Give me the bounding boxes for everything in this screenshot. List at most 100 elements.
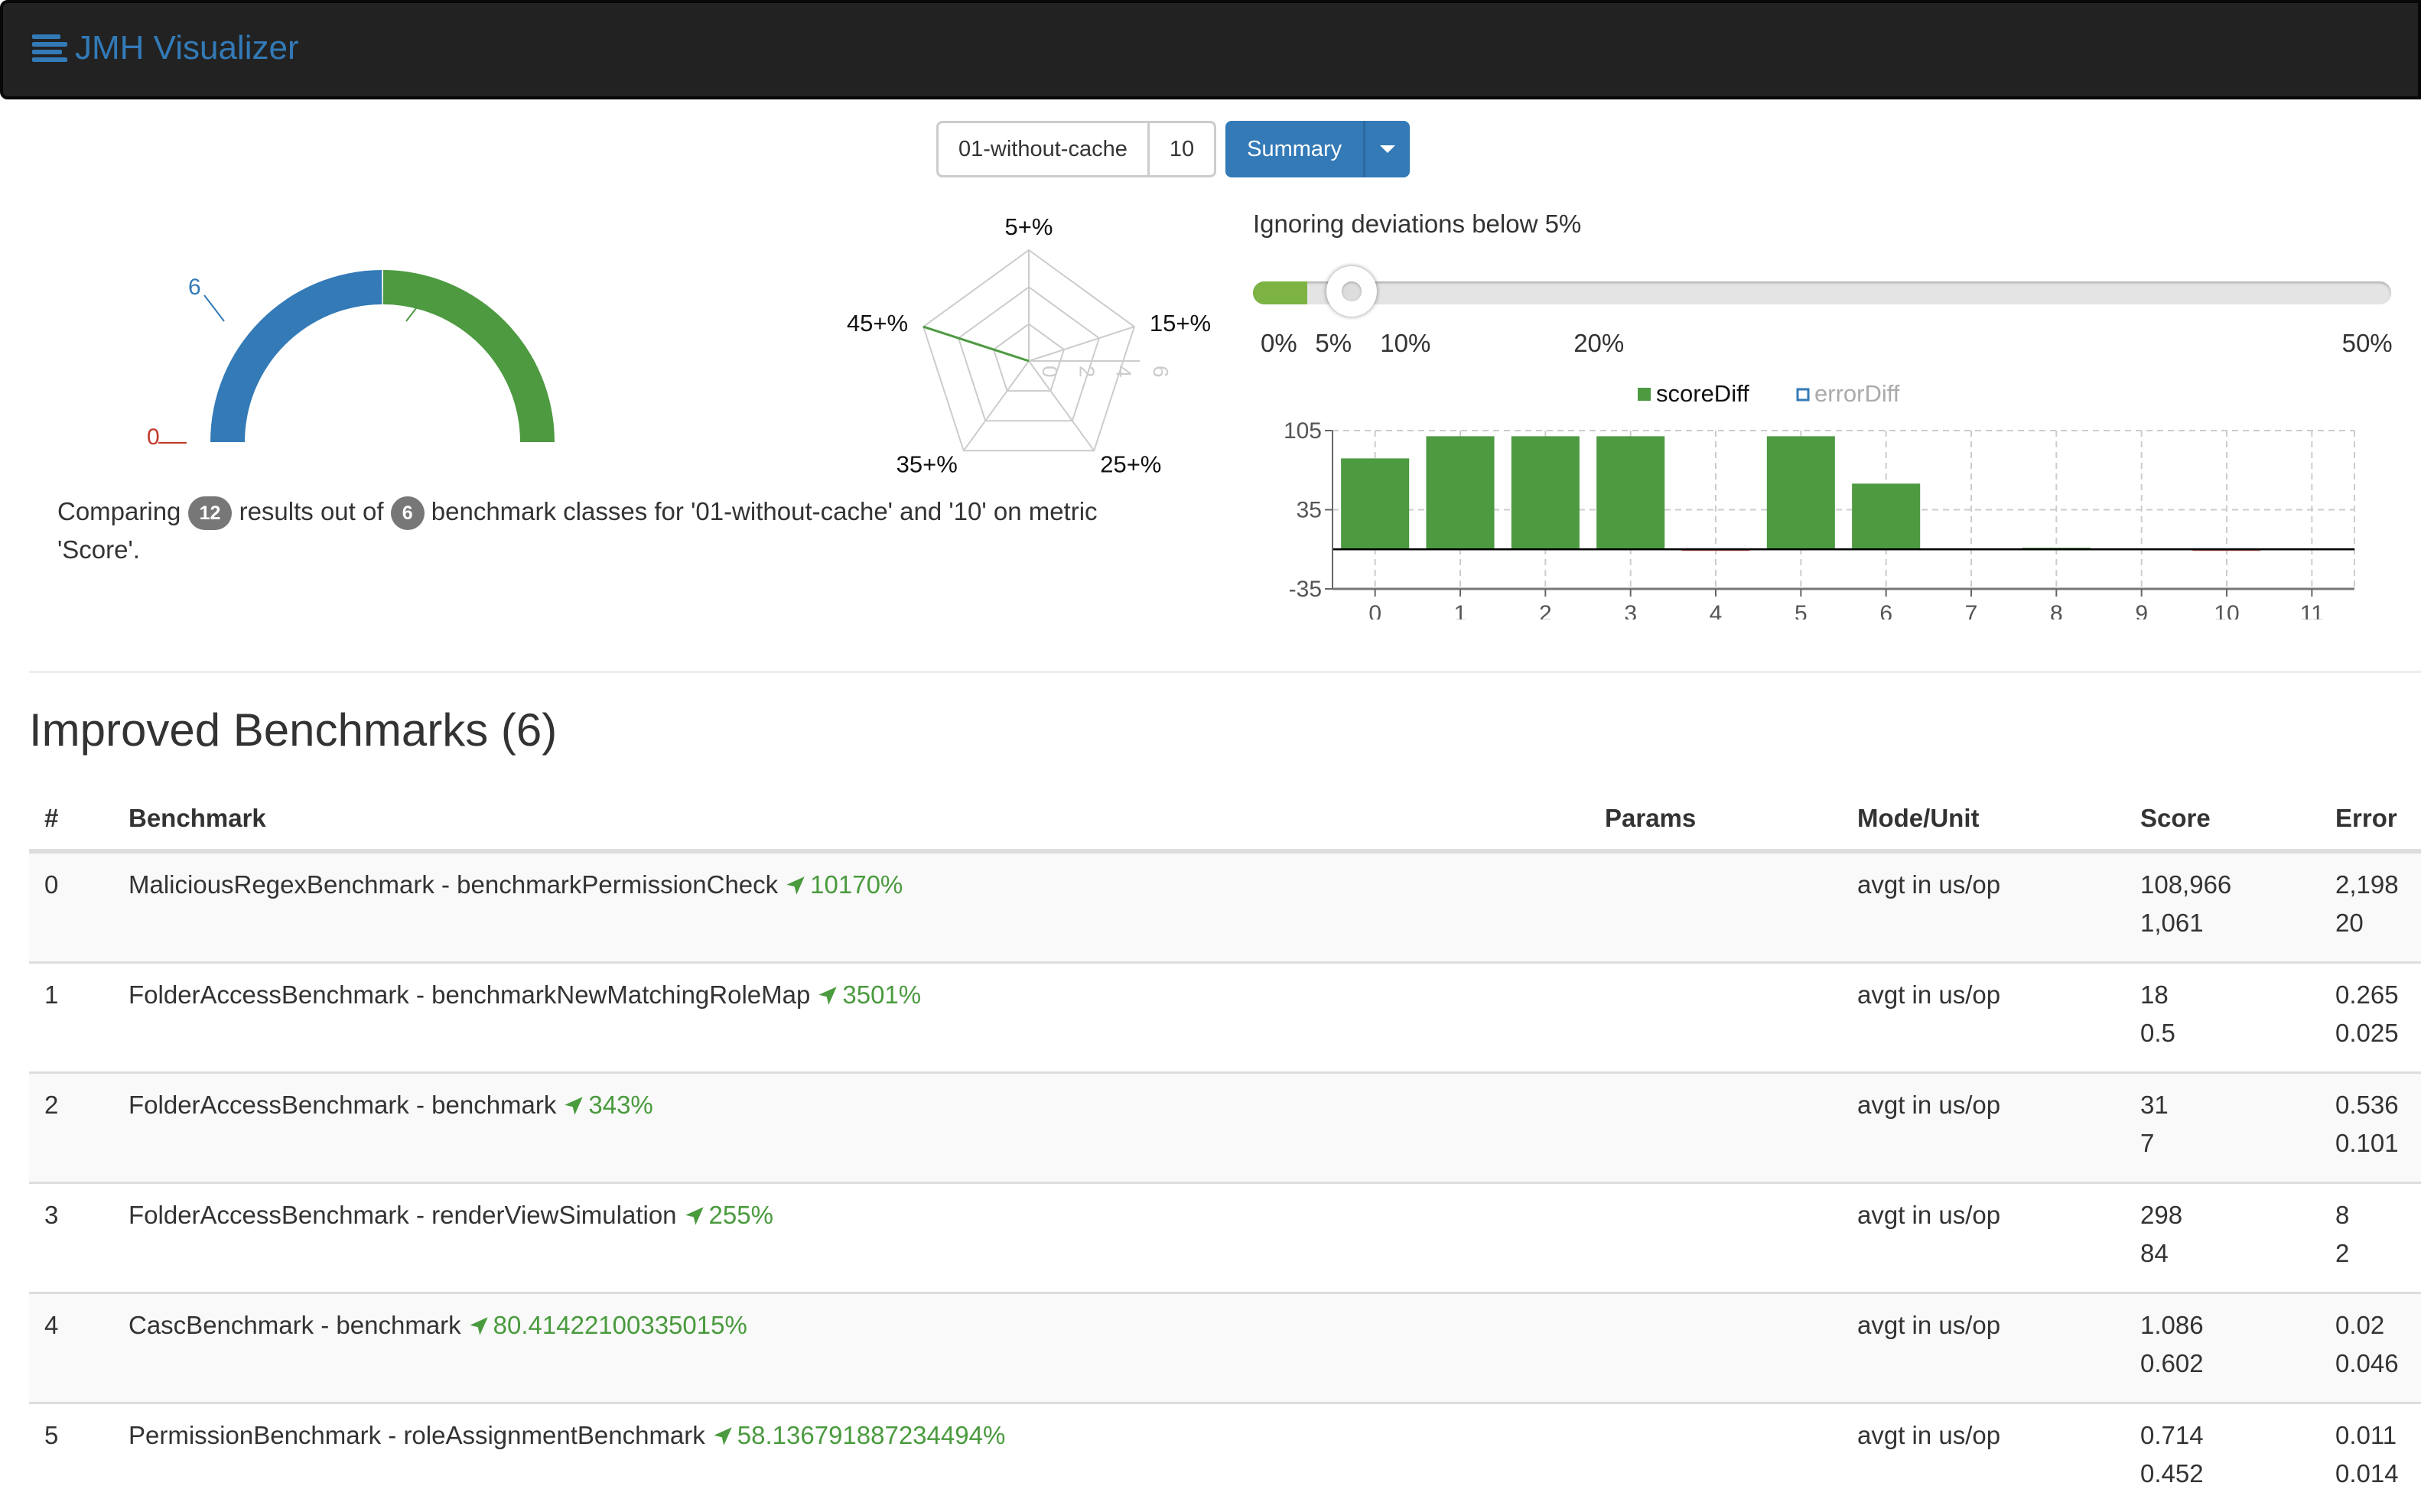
col-benchmark[interactable]: Benchmark xyxy=(113,788,1590,851)
row-benchmark: MaliciousRegexBenchmark - benchmarkPermi… xyxy=(113,851,1590,963)
chart-legend: scoreDiff errorDiff xyxy=(1638,380,1900,407)
benchmark-name[interactable]: CascBenchmark - benchmark xyxy=(129,1311,461,1339)
row-score: 29884 xyxy=(2125,1183,2320,1293)
navbar: JMH Visualizer xyxy=(0,0,2421,99)
row-index: 0 xyxy=(29,851,113,963)
error-before: 2,198 xyxy=(2335,866,2406,904)
bar-5[interactable] xyxy=(1767,436,1835,549)
col-mode-unit[interactable]: Mode/Unit xyxy=(1842,788,2125,851)
row-index: 2 xyxy=(29,1073,113,1183)
legend-errordiff-swatch[interactable] xyxy=(1798,389,1808,400)
radar-scale-tick: 6 xyxy=(1149,366,1173,378)
radar-axis-label: 45+% xyxy=(847,310,908,337)
improvement-percent: 3501% xyxy=(842,980,921,1009)
row-error: 0.0110.014 xyxy=(2320,1403,2421,1512)
benchmark-name[interactable]: FolderAccessBenchmark - renderViewSimula… xyxy=(129,1201,677,1229)
col-error[interactable]: Error xyxy=(2320,788,2421,851)
x-tick-label: 3 xyxy=(1624,601,1637,619)
table-row[interactable]: 1FolderAccessBenchmark - benchmarkNewMat… xyxy=(29,963,2421,1073)
col-index[interactable]: # xyxy=(29,788,113,851)
row-params xyxy=(1590,1403,1842,1512)
deviation-slider[interactable] xyxy=(1253,281,2391,304)
summary-button[interactable]: Summary xyxy=(1225,121,1365,177)
slider-fill xyxy=(1253,281,1307,304)
row-mode-unit: avgt in us/op xyxy=(1842,851,2125,963)
improvement-arrow-icon xyxy=(469,1316,489,1336)
improved-benchmarks-heading: Improved Benchmarks (6) xyxy=(29,704,557,756)
row-score: 317 xyxy=(2125,1073,2320,1183)
error-after: 2 xyxy=(2335,1234,2406,1273)
gauge-right-label: 6 xyxy=(427,275,440,300)
benchmark-name[interactable]: FolderAccessBenchmark - benchmark xyxy=(129,1091,556,1119)
table-row[interactable]: 3 FolderAccessBenchmark - renderViewSimul… xyxy=(29,1183,2421,1293)
row-params xyxy=(1590,1183,1842,1293)
radar-axis-label: 25+% xyxy=(1100,450,1161,474)
table-row[interactable]: 0 MaliciousRegexBenchmark - benchmarkPerm… xyxy=(29,851,2421,963)
x-tick-label: 0 xyxy=(1368,601,1381,619)
score-before: 31 xyxy=(2140,1086,2305,1124)
bar-6[interactable] xyxy=(1852,483,1920,549)
bar-3[interactable] xyxy=(1596,436,1664,549)
radar-axis-label: 15+% xyxy=(1150,310,1211,337)
x-tick-label: 11 xyxy=(2300,601,2324,619)
radar-scale-tick: 0 xyxy=(1038,366,1062,378)
improvement-arrow-icon xyxy=(564,1096,584,1116)
run-b-selector[interactable]: 10 xyxy=(1150,121,1216,177)
y-tick-label: -35 xyxy=(1289,577,1322,602)
run-controls: 01-without-cache 10 Summary xyxy=(936,121,1410,177)
x-tick-label: 2 xyxy=(1539,601,1552,619)
bar-1[interactable] xyxy=(1426,436,1494,549)
table-row[interactable]: 4CascBenchmark - benchmark80.41422100335… xyxy=(29,1293,2421,1403)
slider-handle[interactable] xyxy=(1326,266,1377,317)
improvement-arrow-icon xyxy=(713,1426,733,1446)
summary-middle: results out of xyxy=(239,497,384,525)
radar-scale-tick: 2 xyxy=(1075,366,1098,378)
legend-errordiff-label[interactable]: errorDiff xyxy=(1814,380,1900,407)
row-index: 4 xyxy=(29,1293,113,1403)
error-after: 20 xyxy=(2335,904,2406,942)
score-before: 1.086 xyxy=(2140,1306,2305,1345)
radar-chart: 5+%15+%25+%35+%45+% 0246 xyxy=(826,199,1239,474)
col-params[interactable]: Params xyxy=(1590,788,1842,851)
error-after: 0.101 xyxy=(2335,1124,2406,1162)
row-params xyxy=(1590,1293,1842,1403)
legend-scorediff-label[interactable]: scoreDiff xyxy=(1656,380,1749,407)
error-after: 0.014 xyxy=(2335,1455,2406,1493)
x-tick-label: 5 xyxy=(1795,601,1808,619)
row-error: 82 xyxy=(2320,1183,2421,1293)
benchmark-name[interactable]: FolderAccessBenchmark - benchmarkNewMatc… xyxy=(129,980,810,1009)
bar-0[interactable] xyxy=(1341,458,1409,549)
row-error: 0.020.046 xyxy=(2320,1293,2421,1403)
x-tick-label: 8 xyxy=(2050,601,2063,619)
legend-scorediff-swatch[interactable] xyxy=(1638,388,1651,401)
benchmark-name[interactable]: MaliciousRegexBenchmark - benchmarkPermi… xyxy=(129,870,778,899)
table-row[interactable]: 2FolderAccessBenchmark - benchmark343%av… xyxy=(29,1073,2421,1183)
row-score: 0.7140.452 xyxy=(2125,1403,2320,1512)
slider-tick-label: 0% xyxy=(1261,329,1297,358)
row-index: 3 xyxy=(29,1183,113,1293)
score-after: 1,061 xyxy=(2140,904,2305,942)
table-row[interactable]: 5PermissionBenchmark - roleAssignmentBen… xyxy=(29,1403,2421,1512)
error-before: 0.02 xyxy=(2335,1306,2406,1345)
brand-link[interactable]: JMH Visualizer xyxy=(32,29,299,67)
slider-tick-label: 10% xyxy=(1380,329,1430,358)
score-before: 108,966 xyxy=(2140,866,2305,904)
improvement-percent: 255% xyxy=(709,1201,773,1229)
score-after: 0.452 xyxy=(2140,1455,2305,1493)
improvement-percent: 10170% xyxy=(810,870,903,899)
caret-down-icon xyxy=(1380,145,1395,153)
x-tick-label: 1 xyxy=(1454,601,1467,619)
score-before: 18 xyxy=(2140,976,2305,1014)
improvement-arrow-icon xyxy=(818,986,838,1006)
comparison-summary: Comparing 12 results out of 6 benchmark … xyxy=(57,493,1167,569)
benchmark-name[interactable]: PermissionBenchmark - roleAssignmentBenc… xyxy=(129,1421,705,1449)
gauge-left-leader xyxy=(204,295,224,321)
col-score[interactable]: Score xyxy=(2125,788,2320,851)
error-before: 0.011 xyxy=(2335,1416,2406,1455)
bar-2[interactable] xyxy=(1511,436,1580,549)
run-a-selector[interactable]: 01-without-cache xyxy=(936,121,1150,177)
view-dropdown-toggle[interactable] xyxy=(1365,121,1410,177)
gauge-left-label: 6 xyxy=(188,275,201,300)
improvement-percent: 58.136791887234494% xyxy=(737,1421,1006,1449)
table-header-row: # Benchmark Params Mode/Unit Score Error xyxy=(29,788,2421,851)
